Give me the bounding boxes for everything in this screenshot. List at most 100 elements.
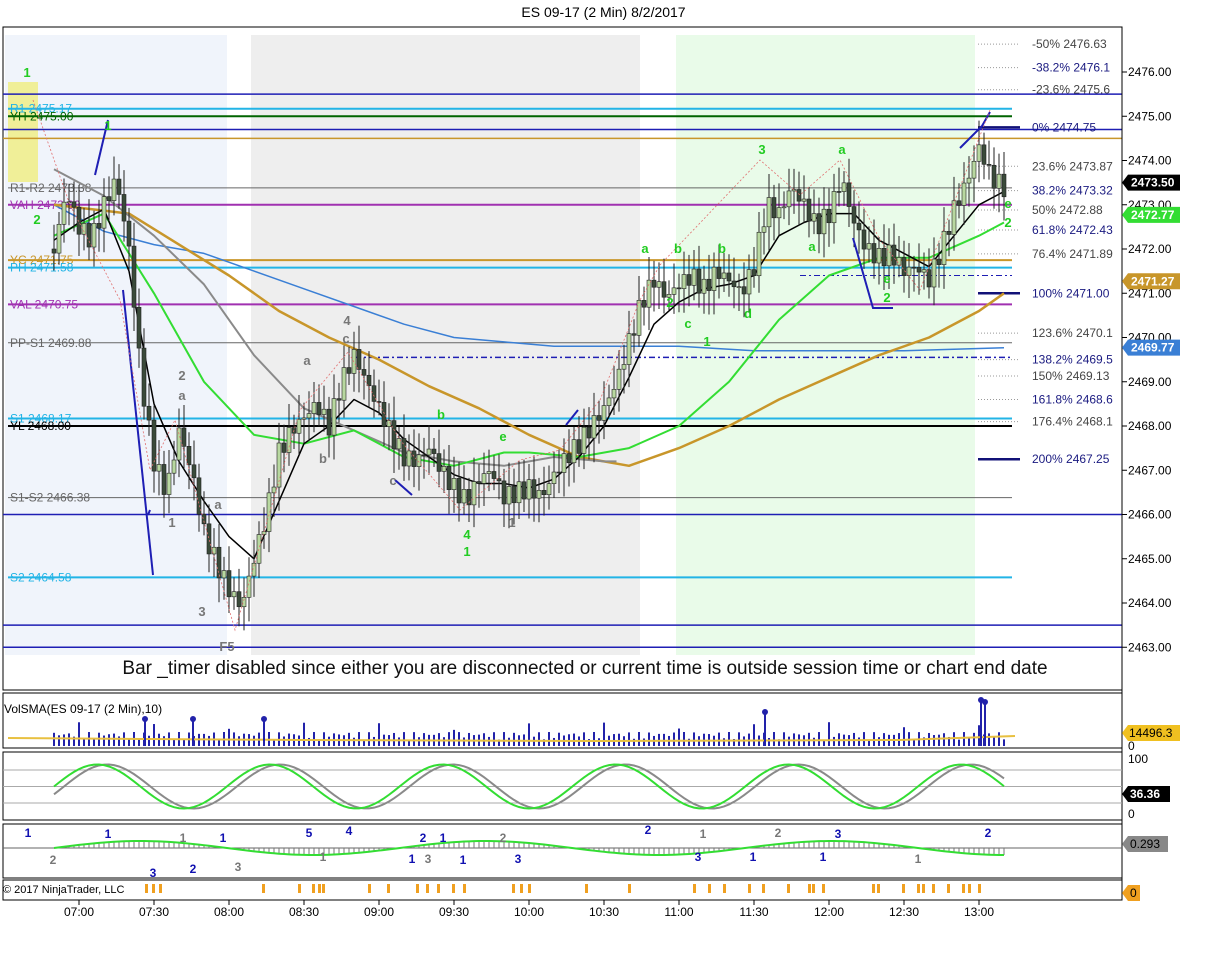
candle-body (631, 333, 637, 336)
candle-body (686, 274, 692, 286)
marker-tick (708, 884, 711, 893)
time-tick-label: 07:30 (139, 905, 169, 919)
candle-body (1001, 173, 1007, 198)
momentum-wave-label: 3 (235, 860, 242, 874)
candle-body (961, 182, 967, 206)
candle-body (576, 439, 582, 454)
bar-timer-notice: Bar _timer disabled since either you are… (122, 658, 1047, 679)
marker-tick (872, 884, 875, 893)
candle-body (51, 248, 57, 254)
candle-body (756, 231, 762, 277)
marker-tick (416, 884, 419, 893)
candle-body (301, 417, 307, 420)
fib-label: 38.2% 2473.32 (1032, 184, 1113, 198)
wave-label-gray: 4 (343, 313, 351, 328)
candle-body (701, 278, 707, 294)
marker-tick (387, 884, 390, 893)
candle-body (741, 286, 747, 295)
candle-body (986, 164, 992, 166)
candle-body (616, 368, 622, 390)
momentum-wave-label: 3 (695, 850, 702, 864)
momentum-wave-label: 3 (835, 827, 842, 841)
candle-body (336, 398, 342, 401)
candle-body (771, 197, 777, 219)
marker-tick (368, 884, 371, 893)
wave-label-gray: a (178, 388, 186, 403)
candle-body (316, 402, 322, 415)
momentum-wave-label: 2 (420, 831, 427, 845)
wave-label-green: 3 (758, 142, 765, 157)
candle-body (241, 597, 247, 608)
candle-body (591, 415, 597, 439)
fib-label: -50% 2476.63 (1032, 37, 1107, 51)
candle-body (656, 281, 662, 288)
candle-body (956, 200, 962, 206)
candle-body (611, 389, 617, 399)
fib-label: 76.4% 2471.89 (1032, 247, 1113, 261)
price-flag: 2472.77 (1122, 206, 1180, 223)
marker-tick (298, 884, 301, 893)
momentum-wave-label: 2 (190, 862, 197, 876)
wave-label-green: 1 (23, 65, 30, 80)
momentum-wave-label: 3 (425, 852, 432, 866)
momentum-wave-label: 4 (346, 824, 353, 838)
candle-body (546, 483, 552, 496)
level-label: S1-S2 2466.38 (10, 491, 90, 505)
highlight-box (8, 82, 38, 182)
candle-body (136, 306, 142, 349)
candle-body (581, 426, 587, 454)
price-tick-label: 2466.00 (1128, 508, 1172, 522)
momentum-wave-label: 2 (645, 823, 652, 837)
marker-tick (152, 884, 155, 893)
fib-label: 161.8% 2468.6 (1032, 392, 1113, 406)
chart-canvas[interactable]: R1-R2 2473.38VAH 2473.00YC 2471.75PH 247… (0, 0, 1207, 952)
candle-body (521, 481, 527, 500)
candle-body (96, 223, 102, 229)
fib-label: 150% 2469.13 (1032, 369, 1110, 383)
momentum-wave-label: 2 (50, 853, 57, 867)
wave-label-green: 4 (463, 527, 471, 542)
fib-label: 50% 2472.88 (1032, 203, 1103, 217)
candle-body (311, 402, 317, 414)
candle-body (161, 464, 167, 495)
candle-body (946, 231, 952, 235)
candle-body (361, 369, 367, 376)
candle-body (796, 189, 802, 202)
candle-body (186, 446, 192, 466)
wave-label-gray: 1 (508, 515, 515, 530)
candle-body (206, 523, 212, 555)
volume-tick-label: 0 (1128, 739, 1135, 753)
candle-body (876, 248, 882, 264)
time-tick-label: 09:00 (364, 905, 394, 919)
candle-body (761, 226, 767, 233)
marker-panel (2, 879, 1123, 901)
candle-body (626, 333, 632, 365)
marker-tick (787, 884, 790, 893)
candle-body (776, 207, 782, 219)
candle-body (331, 398, 337, 436)
momentum-wave-label: 1 (700, 827, 707, 841)
time-tick-label: 10:30 (589, 905, 619, 919)
momentum-wave-label: 1 (220, 831, 227, 845)
candle-body (781, 206, 787, 209)
momentum-wave-label: 1 (409, 852, 416, 866)
marker-tick (628, 884, 631, 893)
price-flag-label: 2471.27 (1131, 274, 1175, 288)
candle-body (426, 448, 432, 456)
marker-tick (512, 884, 515, 893)
candle-body (346, 367, 352, 374)
marker-tick (877, 884, 880, 893)
marker-tick (312, 884, 315, 893)
volume-flag-label: 14496.3 (1129, 726, 1173, 740)
candle-body (836, 191, 842, 193)
level-label: VAH 2473.00 (10, 198, 81, 212)
momentum-wave-label: 3 (515, 852, 522, 866)
candle-body (536, 490, 542, 499)
candle-body (61, 201, 67, 225)
wave-label-green: c (684, 316, 691, 331)
candle-body (486, 471, 492, 474)
candle-body (676, 287, 682, 290)
candle-body (321, 408, 327, 415)
candle-body (411, 450, 417, 467)
price-tick-label: 2469.00 (1128, 375, 1172, 389)
